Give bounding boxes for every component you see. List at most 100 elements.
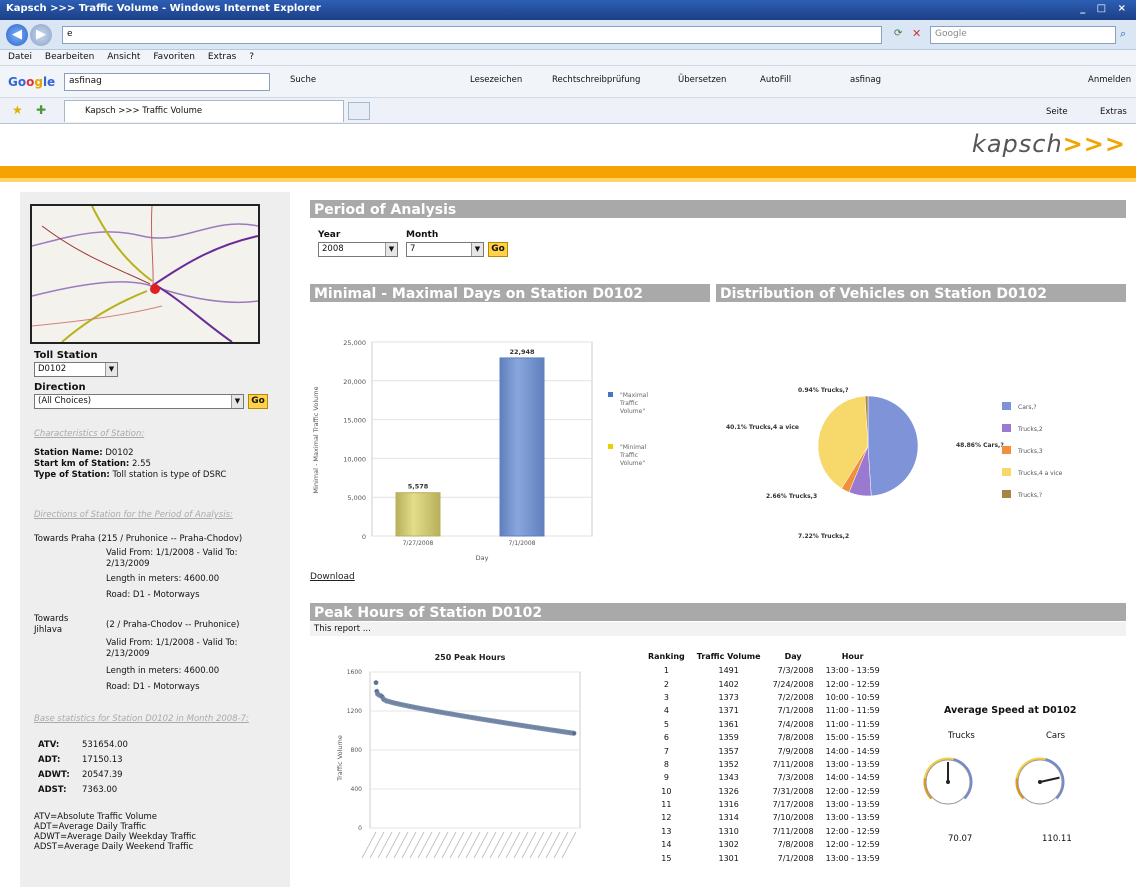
address-input[interactable]: e <box>62 26 882 44</box>
google-search-input[interactable]: asfinag <box>64 73 270 91</box>
bar-value-label: 22,948 <box>509 348 535 356</box>
y-tick-label: 5,000 <box>347 494 366 502</box>
month-label: Month <box>406 230 439 240</box>
back-button-icon[interactable]: ◀ <box>6 24 28 46</box>
refresh-icon[interactable]: ⟳ <box>894 28 902 39</box>
toolbar-asfinag[interactable]: asfinag <box>850 75 881 85</box>
period-go-button[interactable]: Go <box>488 242 508 257</box>
table-row: 7 1357 7/9/2008 14:00 - 14:59 <box>642 744 886 757</box>
year-select[interactable]: 2008 ▼ <box>318 242 398 257</box>
dir2-length: Length in meters: 4600.00 <box>106 666 220 676</box>
data-point <box>571 730 577 736</box>
menu-item-tools[interactable]: Extras <box>208 52 236 62</box>
command-page[interactable]: Seite <box>1046 107 1068 117</box>
toolbar-translate[interactable]: Übersetzen <box>678 75 726 85</box>
cell-hour: 13:00 - 13:59 <box>825 666 880 676</box>
cell-ranking: 3 <box>663 692 669 702</box>
direction-go-button[interactable]: Go <box>248 394 268 409</box>
x-tick-label <box>505 831 521 859</box>
search-input[interactable]: Google <box>930 26 1116 44</box>
x-tick-label: 7/1/2008 <box>509 540 536 547</box>
cell-day: 7/8/2008 <box>777 733 814 743</box>
x-tick-label <box>497 831 513 859</box>
download-link[interactable]: Download <box>310 572 355 582</box>
toll-station-select[interactable]: D0102 ▼ <box>34 362 118 377</box>
y-axis-label: Traffic Volume <box>336 735 344 782</box>
peak-header: Peak Hours of Station D0102 <box>310 603 1126 621</box>
menu-item-file[interactable]: Datei <box>8 52 32 62</box>
toolbar-search[interactable]: Suche <box>290 75 316 85</box>
data-point <box>373 680 379 686</box>
x-tick-label <box>369 831 385 859</box>
x-tick-label <box>433 831 449 859</box>
x-tick-label <box>409 831 425 859</box>
google-toolbar: Google asfinag Suche Lesezeichen Rechtsc… <box>0 66 1136 98</box>
cell-hour: 12:00 - 12:59 <box>825 826 880 836</box>
bar-value-label: 5,578 <box>408 483 429 491</box>
new-tab-button[interactable] <box>348 102 370 120</box>
cell-volume: 1343 <box>718 773 739 783</box>
characteristics-title: Characteristics of Station: <box>34 429 145 439</box>
y-tick-label: 15,000 <box>343 417 366 425</box>
x-tick-label <box>361 831 377 859</box>
toolbar-spellcheck[interactable]: Rechtschreibprüfung <box>552 75 640 85</box>
gauge-hub <box>1038 780 1042 784</box>
legend-label: "Minimal <box>620 444 647 451</box>
y-tick-label: 0 <box>358 825 362 832</box>
y-tick-label: 1200 <box>347 708 362 715</box>
station-map[interactable] <box>30 204 260 344</box>
stop-icon[interactable]: ✕ <box>912 27 921 40</box>
tab-bar: ★ ✚ Kapsch >>> Traffic Volume Seite Extr… <box>0 98 1136 124</box>
toolbar-bookmarks[interactable]: Lesezeichen <box>470 75 522 85</box>
cell-day: 7/2/2008 <box>777 692 814 702</box>
legend-label: Volume" <box>620 460 645 467</box>
chevron-down-icon[interactable]: ▼ <box>471 243 483 256</box>
y-tick-label: 1600 <box>347 669 362 676</box>
avg-speed-title: Average Speed at D0102 <box>944 705 1077 716</box>
x-tick-label <box>393 831 409 859</box>
favorites-star-icon[interactable]: ★ <box>12 103 23 117</box>
cell-hour: 10:00 - 10:59 <box>825 692 880 702</box>
x-tick-label <box>377 831 393 859</box>
cell-ranking: 2 <box>663 679 669 689</box>
cell-volume: 1352 <box>718 759 739 769</box>
peak-report-text: This report ... <box>310 622 1126 636</box>
legend-swatch <box>1002 402 1011 410</box>
menu-item-view[interactable]: Ansicht <box>107 52 140 62</box>
cell-day: 7/1/2008 <box>777 853 814 863</box>
address-bar-row: ◀ ▶ e ⟳ ✕ Google ⌕ <box>0 20 1136 50</box>
cell-hour: 14:00 - 14:59 <box>825 773 880 783</box>
toolbar-signin[interactable]: Anmelden <box>1088 75 1131 85</box>
x-tick-label <box>489 831 505 859</box>
search-icon[interactable]: ⌕ <box>1120 27 1126 41</box>
chevron-down-icon[interactable]: ▼ <box>105 363 117 376</box>
legend-label: Traffic <box>619 400 638 407</box>
menu-item-favorites[interactable]: Favoriten <box>153 52 195 62</box>
menu-item-edit[interactable]: Bearbeiten <box>45 52 94 62</box>
dir2-route: (2 / Praha-Chodov -- Pruhonice) <box>106 620 240 630</box>
col-day: Day <box>784 652 802 661</box>
forward-button-icon[interactable]: ▶ <box>30 24 52 46</box>
window-controls[interactable]: _ □ × <box>1080 3 1130 14</box>
direction-select[interactable]: (All Choices) ▼ <box>34 394 244 409</box>
command-tools[interactable]: Extras <box>1100 107 1127 117</box>
dir1-name: Towards Praha <box>34 534 96 544</box>
chevron-down-icon[interactable]: ▼ <box>231 395 243 408</box>
stat-adwt: 20547.39 <box>82 770 123 780</box>
menu-item-help[interactable]: ? <box>249 52 254 62</box>
x-tick-label <box>537 831 553 859</box>
pie-label: 2.66% Trucks,3 <box>766 493 817 500</box>
toolbar-autofill[interactable]: AutoFill <box>760 75 791 85</box>
cell-volume: 1491 <box>718 666 739 676</box>
table-row: 6 1359 7/8/2008 15:00 - 15:59 <box>642 731 886 744</box>
x-tick-label <box>545 831 561 859</box>
gauge-hub <box>946 780 950 784</box>
tab-traffic-volume[interactable]: Kapsch >>> Traffic Volume <box>64 100 344 122</box>
speed-gauges <box>923 757 1065 805</box>
month-select[interactable]: 7 ▼ <box>406 242 484 257</box>
x-tick-label <box>385 831 401 859</box>
chevron-down-icon[interactable]: ▼ <box>385 243 397 256</box>
add-favorite-icon[interactable]: ✚ <box>36 103 46 117</box>
x-tick-label <box>417 831 433 859</box>
cell-day: 7/17/2008 <box>772 800 814 810</box>
